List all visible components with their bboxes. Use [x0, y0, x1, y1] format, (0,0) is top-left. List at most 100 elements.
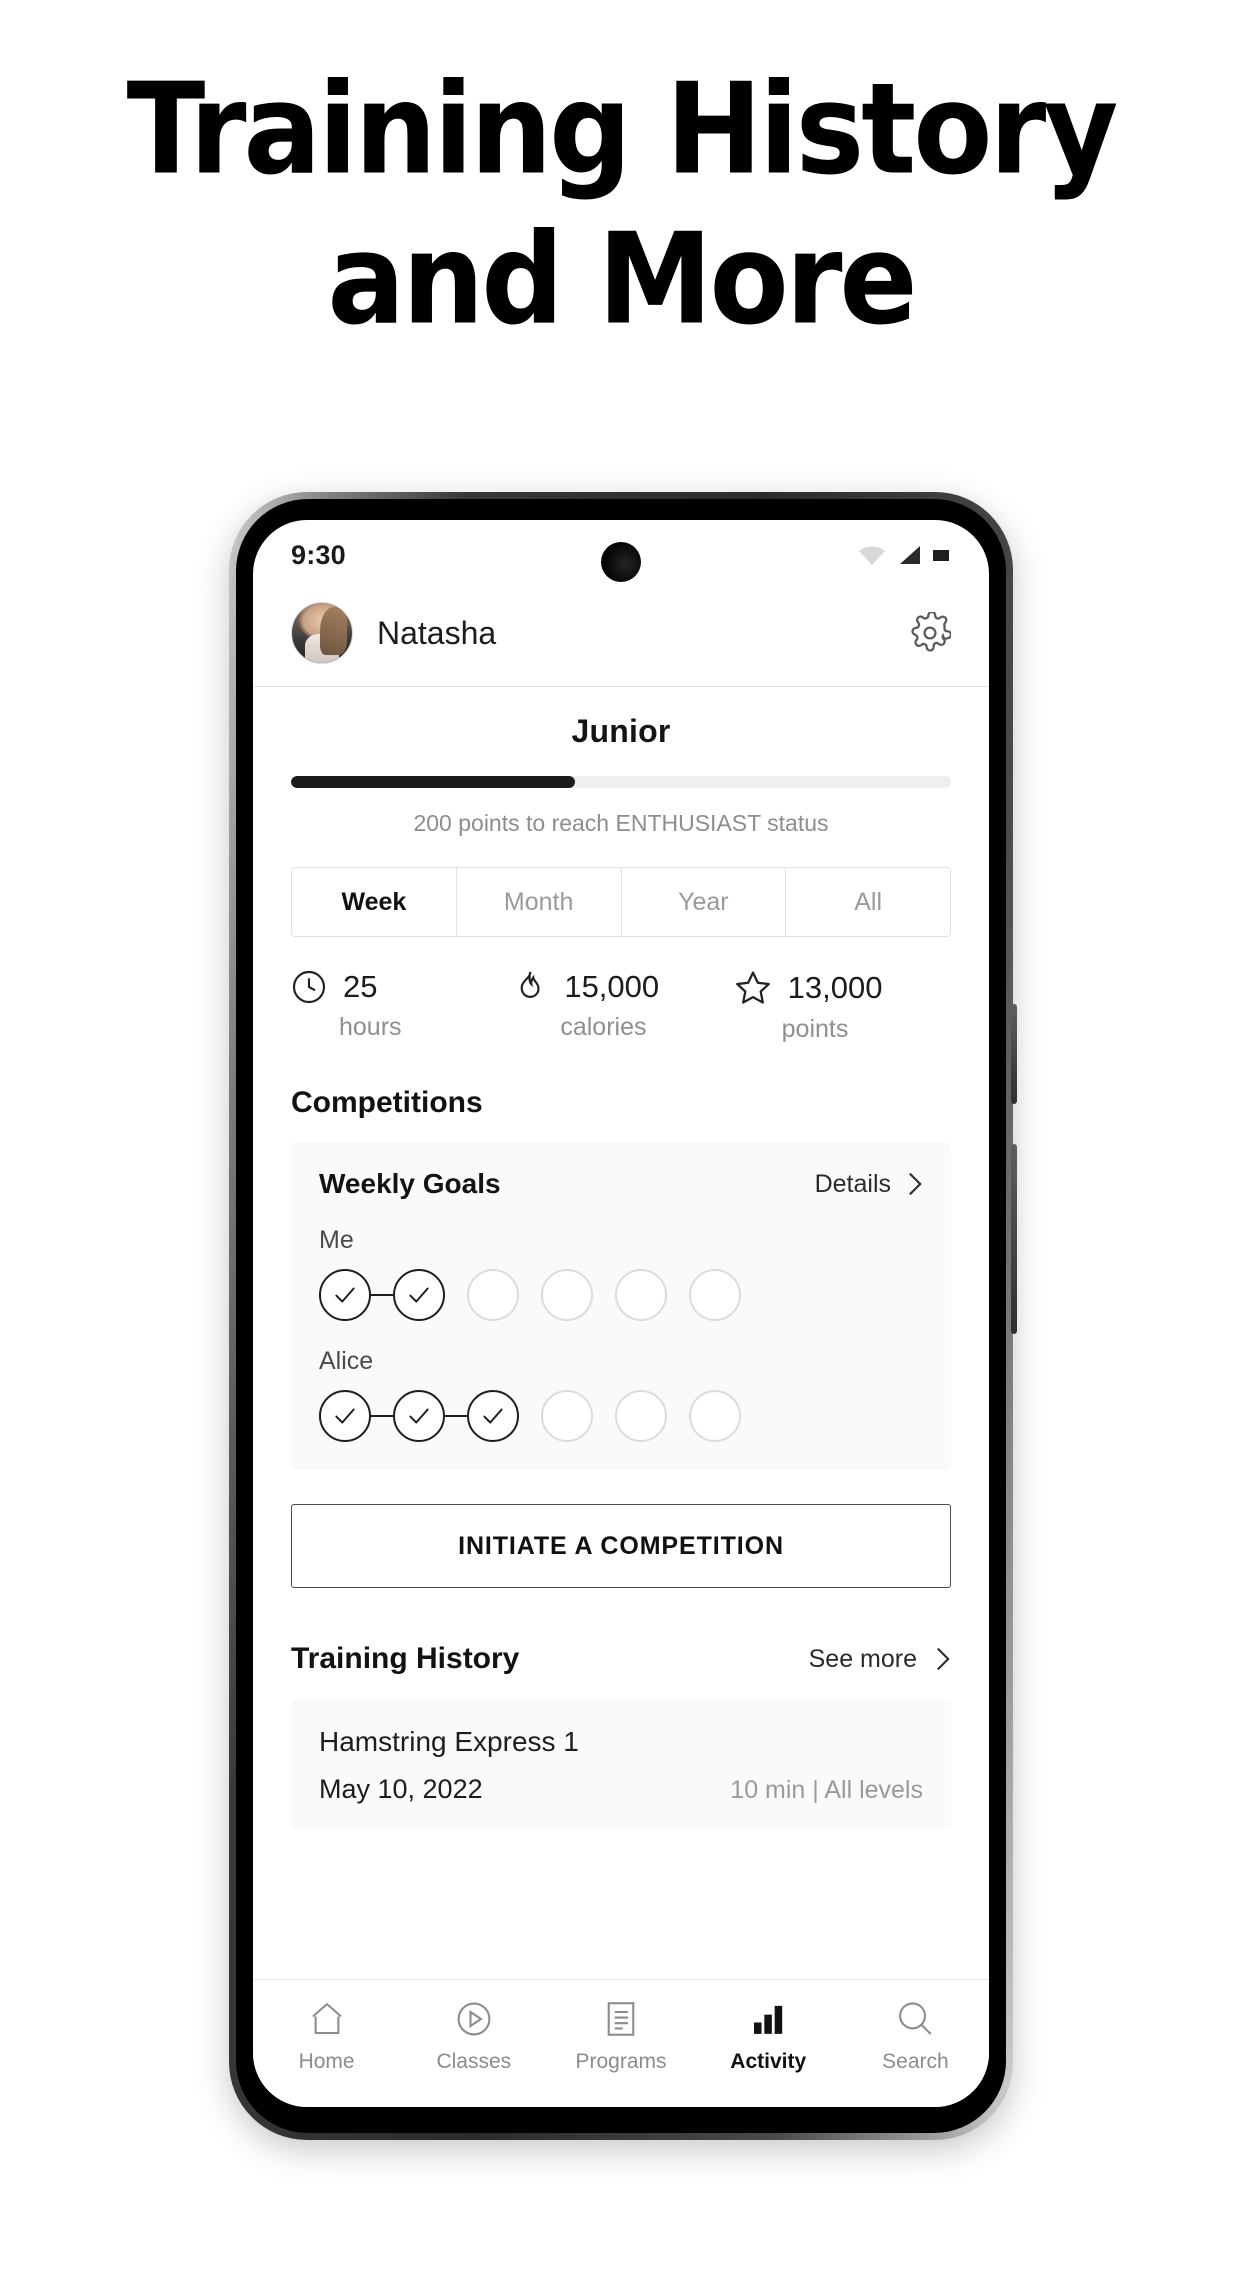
goal-connector	[371, 1294, 393, 1296]
marketing-headline: Training History and More	[0, 0, 1242, 342]
stat-label: points	[781, 1015, 849, 1043]
document-list-icon	[607, 2002, 635, 2036]
phone-frame: 9:30 Natasha Junior 200 points to reach …	[229, 492, 1017, 2140]
nav-item-label: Activity	[730, 2050, 807, 2073]
initiate-competition-button[interactable]: INITIATE A COMPETITION	[291, 1504, 951, 1588]
play-circle-icon	[457, 2002, 491, 2036]
rank-section: Junior 200 points to reach ENTHUSIAST st…	[253, 687, 989, 837]
stat-value: 15,000	[564, 969, 660, 1004]
competitions-section-head: Competitions	[253, 1086, 989, 1120]
headline-line-2: and More	[327, 207, 917, 353]
training-history-head: Training History See more	[253, 1642, 989, 1676]
stat-top: 13,000	[732, 967, 953, 1009]
check-icon	[483, 1408, 503, 1424]
weekly-goals-card-head: Weekly Goals Details	[319, 1168, 923, 1200]
stat-points: 13,000 points	[732, 967, 953, 1044]
period-tabs[interactable]: Week Month Year All	[291, 867, 951, 937]
goal-connector	[371, 1415, 393, 1417]
goal-dot-empty[interactable]	[615, 1269, 667, 1321]
goal-dot-empty[interactable]	[541, 1390, 593, 1442]
nav-item-label: Classes	[436, 2050, 512, 2073]
chevron-right-icon	[937, 1647, 950, 1671]
stat-calories: 15,000 calories	[510, 967, 731, 1044]
period-tab-month[interactable]: Month	[456, 868, 622, 936]
phone-bezel: 9:30 Natasha Junior 200 points to reach …	[236, 499, 1006, 2133]
period-tab-year[interactable]: Year	[621, 868, 787, 936]
goal-dot-completed[interactable]	[393, 1269, 445, 1321]
see-more-label: See more	[808, 1644, 917, 1673]
phone-power-button[interactable]	[1011, 1144, 1017, 1334]
stat-label: hours	[339, 1013, 402, 1041]
stat-value: 13,000	[787, 970, 883, 1005]
goal-dot-completed[interactable]	[467, 1390, 519, 1442]
training-history-item[interactable]: Hamstring Express 1 May 10, 2022 10 min | …	[291, 1700, 951, 1829]
profile-name: Natasha	[377, 614, 497, 651]
check-icon	[409, 1408, 429, 1424]
phone-screen: 9:30 Natasha Junior 200 points to reach …	[253, 520, 989, 2107]
competitions-title: Competitions	[291, 1086, 483, 1119]
stat-top: 25	[289, 967, 510, 1007]
training-history-see-more-link[interactable]: See more	[809, 1645, 951, 1674]
weekly-goals-card[interactable]: Weekly Goals Details Me Alice	[291, 1142, 951, 1470]
clock-icon	[292, 970, 326, 1004]
rank-progress-bar	[291, 776, 951, 788]
weekly-goals-title: Weekly Goals	[319, 1168, 501, 1199]
goal-dot-empty[interactable]	[467, 1269, 519, 1321]
phone-mockup: 9:30 Natasha Junior 200 points to reach …	[229, 492, 1017, 2140]
bar-chart-icon	[754, 2005, 783, 2034]
period-tab-week[interactable]: Week	[292, 868, 457, 936]
training-history-title: Training History	[291, 1642, 520, 1675]
chevron-right-icon	[909, 1172, 922, 1196]
avatar[interactable]	[291, 602, 353, 664]
phone-volume-button[interactable]	[1011, 1004, 1017, 1104]
training-history-item-name: Hamstring Express 1	[319, 1726, 579, 1757]
stat-value: 25	[343, 969, 378, 1004]
goal-dot-empty[interactable]	[689, 1390, 741, 1442]
check-icon	[409, 1287, 429, 1303]
check-icon	[335, 1287, 355, 1303]
training-history-item-detail: 10 min | All levels	[730, 1776, 923, 1804]
goal-dot-empty[interactable]	[541, 1269, 593, 1321]
cellular-signal-icon	[900, 546, 920, 564]
period-tab-all[interactable]: All	[786, 868, 950, 936]
front-camera-punchhole	[601, 542, 641, 582]
stat-label: calories	[560, 1013, 647, 1041]
nav-item-search[interactable]: Search	[842, 1998, 989, 2074]
stats-row: 25 hours 15,000 calories 13,000 points	[253, 937, 989, 1044]
weekly-goals-details-label: Details	[814, 1169, 891, 1198]
goal-dot-completed[interactable]	[319, 1269, 371, 1321]
stat-hours: 25 hours	[289, 967, 510, 1044]
goal-dots-row	[319, 1269, 923, 1321]
nav-item-label: Search	[882, 2050, 949, 2073]
training-history-item-date: May 10, 2022	[319, 1774, 483, 1804]
goal-dot-empty[interactable]	[615, 1390, 667, 1442]
status-icons	[857, 543, 951, 567]
nav-item-home[interactable]: Home	[253, 1998, 400, 2074]
nav-item-classes[interactable]: Classes	[400, 1998, 547, 2074]
training-history-list: Hamstring Express 1 May 10, 2022 10 min | …	[253, 1700, 989, 1829]
goal-row-name: Me	[319, 1226, 354, 1254]
stat-top: 15,000	[510, 967, 731, 1007]
nav-item-label: Programs	[575, 2050, 667, 2073]
rank-progress-fill	[291, 776, 575, 788]
profile-header[interactable]: Natasha	[253, 590, 989, 687]
check-icon	[335, 1408, 355, 1424]
goal-dots-row	[319, 1390, 923, 1442]
gear-icon[interactable]	[909, 612, 951, 654]
nav-item-programs[interactable]: Programs	[547, 1998, 694, 2074]
wifi-icon	[859, 546, 885, 565]
goal-connector	[445, 1415, 467, 1417]
nav-item-label: Home	[298, 2050, 355, 2073]
bottom-navigation[interactable]: Home Classes Programs Activity Search	[253, 1979, 989, 2107]
rank-title: Junior	[571, 713, 671, 749]
goal-dot-completed[interactable]	[319, 1390, 371, 1442]
goal-dot-empty[interactable]	[689, 1269, 741, 1321]
weekly-goals-details-link[interactable]: Details	[815, 1170, 923, 1199]
weekly-goals-rows: Me Alice	[319, 1226, 923, 1442]
headline-line-1: Training History	[126, 57, 1119, 203]
star-icon	[735, 971, 770, 1004]
nav-item-activity[interactable]: Activity	[695, 1998, 842, 2074]
home-icon	[311, 2002, 342, 2035]
status-bar: 9:30	[253, 520, 989, 590]
goal-dot-completed[interactable]	[393, 1390, 445, 1442]
